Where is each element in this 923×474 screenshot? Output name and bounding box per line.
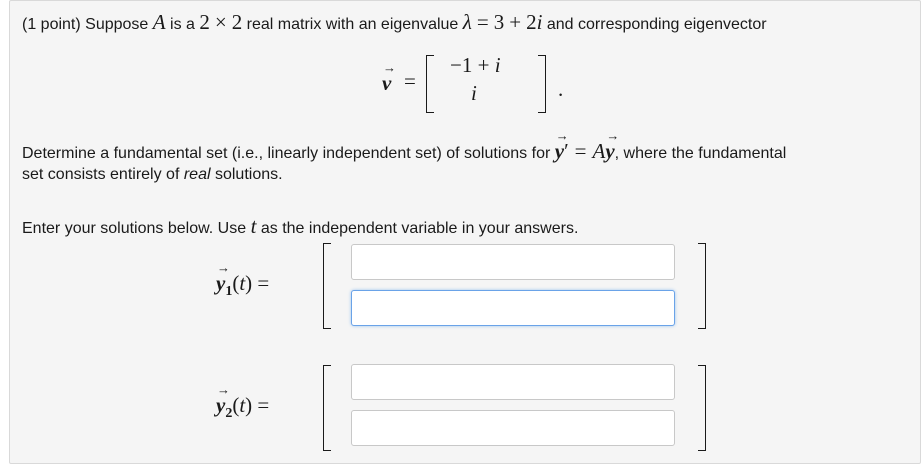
y2-bottom-input[interactable] xyxy=(351,410,675,446)
y-vector: → y xyxy=(554,128,569,163)
vector-arrow-icon: → xyxy=(606,128,620,143)
dim-n: 2 xyxy=(199,10,210,34)
y1-left-bracket xyxy=(323,243,331,329)
eigen-real-part: 3 xyxy=(493,10,505,34)
vector-v: → v xyxy=(382,60,396,95)
determine-text: Determine a fundamental set (i.e., linea… xyxy=(22,145,555,162)
vector-equals: = xyxy=(404,69,416,93)
vector-arrow-icon: → xyxy=(217,260,230,275)
plus-sign: + xyxy=(509,10,522,34)
ode-matrix: A xyxy=(592,139,606,163)
is-a-text: is a xyxy=(165,16,200,33)
y-vector-rhs: → y xyxy=(605,128,620,163)
matrix-symbol: A xyxy=(152,10,166,34)
y1-right-bracket xyxy=(698,243,706,329)
dim-m: 2 xyxy=(231,10,243,34)
problem-panel: (1 point) Suppose A is a 2 × 2 real matrix… xyxy=(9,0,921,464)
eigenvector-display: → v = −1 + i i . xyxy=(380,43,580,113)
corresponding-text: and corresponding eigenvector xyxy=(542,16,767,33)
instructions-line: Enter your solutions below. Use t as the… xyxy=(22,214,578,239)
vector-entry-bottom: i xyxy=(471,81,477,105)
ode-equals: = xyxy=(574,139,587,163)
points-prefix: (1 point) Suppose xyxy=(22,16,153,33)
y2-left-bracket xyxy=(323,365,331,451)
problem-statement-line2: Determine a fundamental set (i.e., linea… xyxy=(22,128,787,164)
y2-vector: → y xyxy=(216,382,230,417)
solutions-text: solutions. xyxy=(210,166,283,183)
eigen-imag-coeff: 2 xyxy=(526,10,537,34)
enter-text-b: as the independent variable in your answ… xyxy=(256,220,579,237)
times-sign: × xyxy=(214,10,227,34)
left-bracket xyxy=(426,55,434,113)
y2-label: → y2(t) = xyxy=(216,382,270,422)
right-bracket xyxy=(538,55,546,113)
lambda-symbol: λ xyxy=(462,10,472,34)
y2-right-bracket xyxy=(698,365,706,451)
problem-statement-line1: (1 point) Suppose A is a 2 × 2 real matrix… xyxy=(22,10,767,35)
problem-statement-line3: set consists entirely of real solutions. xyxy=(22,166,283,184)
vector-arrow-icon: → xyxy=(555,128,569,143)
enter-text-a: Enter your solutions below. Use xyxy=(22,220,251,237)
equals-sign: = xyxy=(476,10,489,34)
vector-entry-top: −1 + i xyxy=(450,53,501,77)
vector-arrow-icon: → xyxy=(217,382,230,397)
vector-arrow-icon: → xyxy=(383,60,396,75)
y1-top-input[interactable] xyxy=(351,244,675,280)
y1-vector: → y xyxy=(216,260,230,295)
y1-bottom-input[interactable] xyxy=(351,290,675,326)
vector-period: . xyxy=(558,77,564,101)
where-text: , where the fundamental xyxy=(614,145,787,162)
y1-label: → y1(t) = xyxy=(216,260,270,300)
y2-top-input[interactable] xyxy=(351,364,675,400)
set-consists-text: set consists entirely of xyxy=(22,166,184,183)
real-matrix-text: real matrix with an eigenvalue xyxy=(242,16,463,33)
real-word: real xyxy=(183,166,211,183)
